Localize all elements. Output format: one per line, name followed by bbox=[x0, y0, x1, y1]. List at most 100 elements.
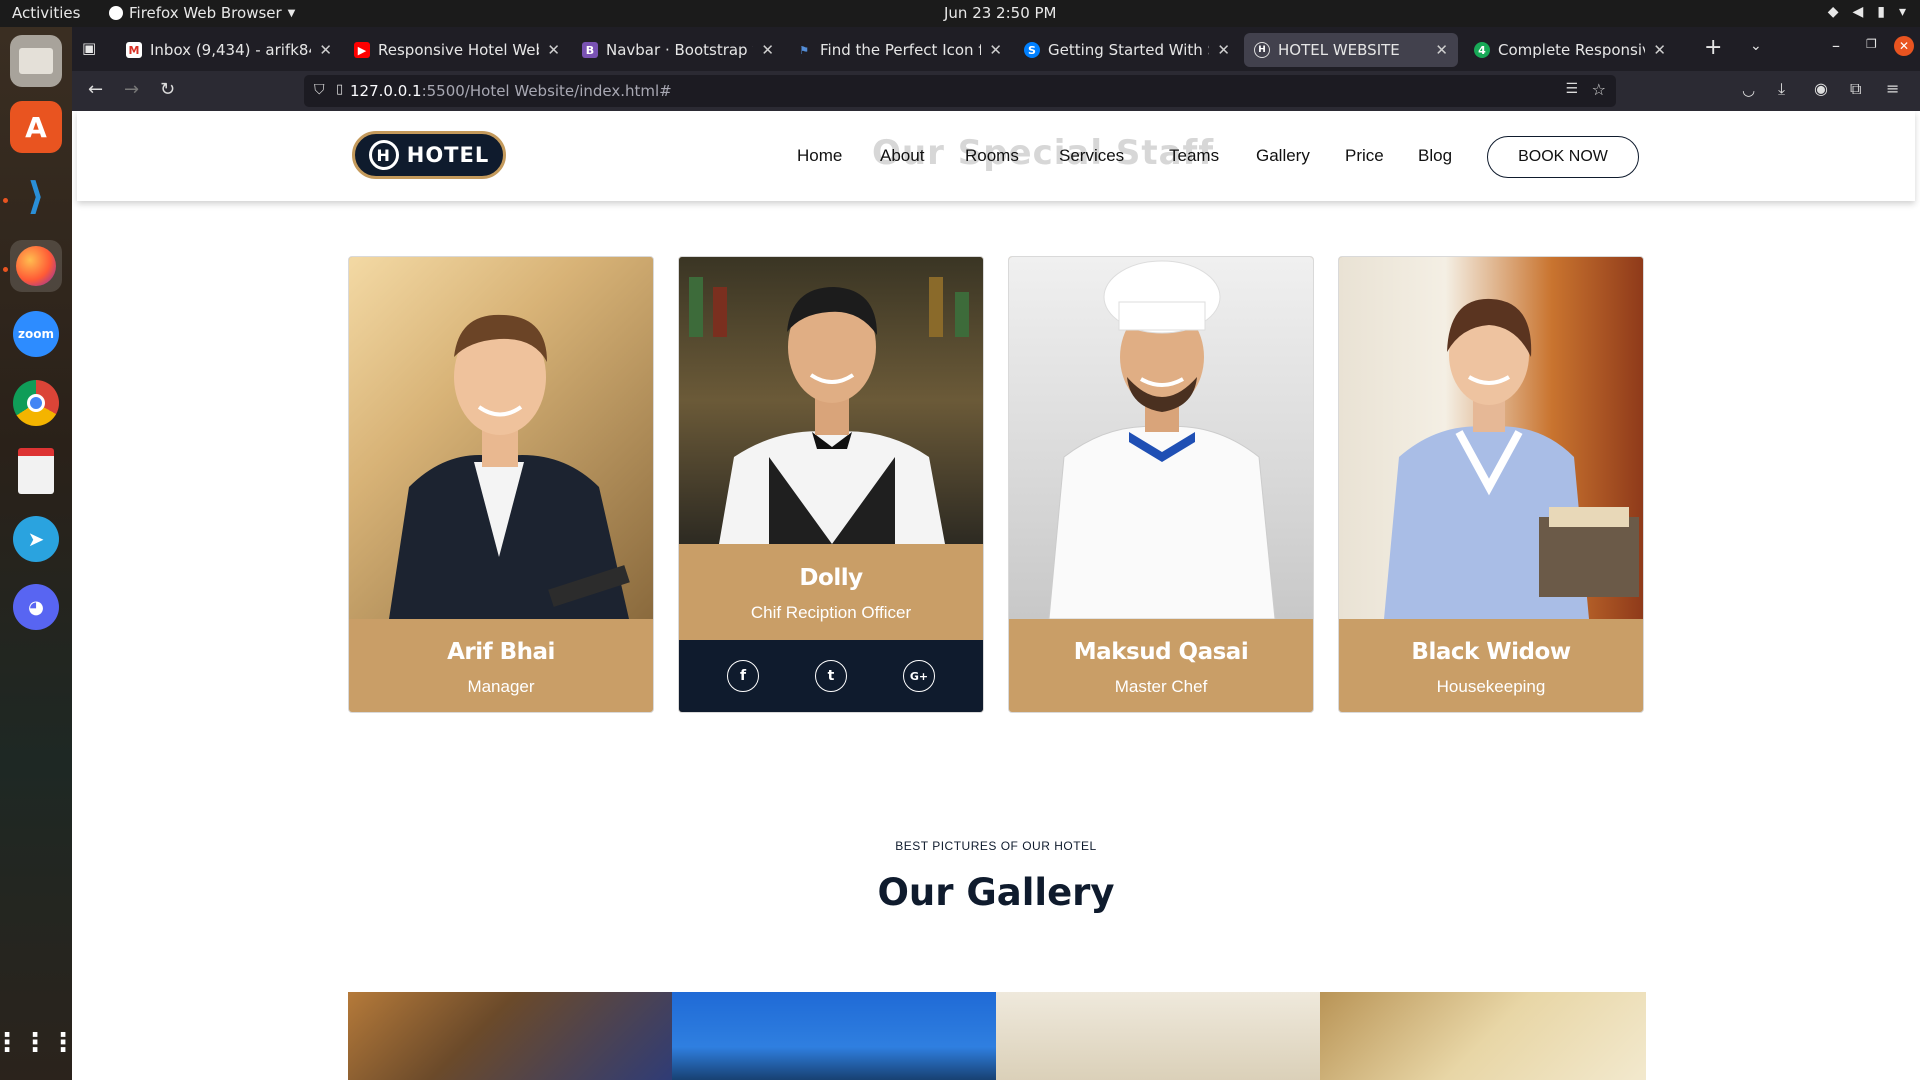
clock[interactable]: Jun 23 2:50 PM bbox=[944, 4, 1057, 22]
staff-role: Housekeeping bbox=[1436, 677, 1546, 696]
site-logo[interactable]: H HOTEL bbox=[352, 131, 506, 179]
close-tab-icon[interactable]: ✕ bbox=[547, 41, 560, 59]
app-grid-icon[interactable]: ⋮⋮⋮ bbox=[0, 1017, 76, 1069]
shield-icon[interactable]: ⛉ bbox=[314, 82, 325, 98]
book-now-button[interactable]: BOOK NOW bbox=[1487, 136, 1639, 178]
staff-photo-manager bbox=[349, 257, 653, 619]
person-illustration bbox=[389, 314, 630, 619]
new-tab-icon[interactable]: + bbox=[1704, 35, 1722, 60]
account-icon[interactable]: ◉ bbox=[1814, 79, 1828, 98]
reload-icon[interactable]: ↻ bbox=[160, 79, 175, 100]
person-illustration bbox=[1048, 260, 1276, 619]
list-all-tabs-icon[interactable]: ⌄ bbox=[1750, 38, 1762, 54]
close-tab-icon[interactable]: ✕ bbox=[1435, 41, 1448, 59]
nav-blog[interactable]: Blog bbox=[1418, 146, 1452, 166]
menu-icon[interactable]: ≡ bbox=[1886, 79, 1899, 98]
chrome-icon[interactable] bbox=[10, 377, 62, 429]
power-menu-icon: ▾ bbox=[1898, 4, 1906, 20]
software-center-icon[interactable]: A bbox=[10, 101, 62, 153]
tab-title: Navbar · Bootstrap v5.3 bbox=[606, 41, 753, 59]
close-tab-icon[interactable]: ✕ bbox=[1217, 41, 1230, 59]
close-tab-icon[interactable]: ✕ bbox=[319, 41, 332, 59]
tab-hotel-website[interactable]: H HOTEL WEBSITE ✕ bbox=[1244, 33, 1458, 67]
tab-title: Getting Started With Sw bbox=[1048, 41, 1209, 59]
staff-info: Dolly Chif Reciption Officer bbox=[679, 565, 983, 623]
staff-photo-housekeeping bbox=[1339, 257, 1643, 619]
tab-title: Inbox (9,434) - arifk8470 bbox=[150, 41, 311, 59]
activities-button[interactable]: Activities bbox=[12, 4, 80, 22]
system-top-bar: Activities Firefox Web Browser ▼ Jun 23 … bbox=[0, 0, 1920, 27]
staff-photo-reception bbox=[679, 257, 983, 544]
logo-h-icon: H bbox=[368, 140, 399, 170]
staff-card[interactable]: Black Widow Housekeeping bbox=[1338, 256, 1644, 713]
tab-youtube[interactable]: ▶ Responsive Hotel Websit ✕ bbox=[344, 33, 570, 67]
person-illustration bbox=[1384, 298, 1639, 619]
app-menu-label: Firefox Web Browser bbox=[129, 4, 282, 22]
forward-icon[interactable]: → bbox=[124, 79, 139, 100]
gallery-image-2[interactable] bbox=[672, 992, 997, 1080]
zoom-icon[interactable]: zoom bbox=[10, 308, 62, 360]
bookmark-star-icon[interactable]: ☆ bbox=[1592, 80, 1606, 99]
close-tab-icon[interactable]: ✕ bbox=[761, 41, 774, 59]
hotel-icon: H bbox=[1254, 42, 1270, 58]
staff-social-links: f t G+ bbox=[679, 640, 983, 712]
staff-name: Arif Bhai bbox=[447, 639, 555, 665]
staff-card[interactable]: Maksud Qasai Master Chef bbox=[1008, 256, 1314, 713]
pocket-icon[interactable]: ◡ bbox=[1742, 81, 1755, 99]
url-bar[interactable]: ⛉ ▯ 127.0.0.1:5500/Hotel Website/index.h… bbox=[304, 75, 1616, 107]
staff-photo-chef bbox=[1009, 257, 1313, 619]
nav-services[interactable]: Services bbox=[1059, 146, 1124, 166]
site-header: H HOTEL Our Special Staff Home About Roo… bbox=[77, 111, 1915, 201]
staff-name: Black Widow bbox=[1411, 639, 1571, 665]
bootstrap-icon: B bbox=[582, 42, 598, 58]
document-viewer-icon[interactable] bbox=[10, 445, 62, 497]
nav-home[interactable]: Home bbox=[797, 146, 842, 166]
tab-fontawesome[interactable]: ⚑ Find the Perfect Icon for ✕ bbox=[786, 33, 1012, 67]
nav-gallery[interactable]: Gallery bbox=[1256, 146, 1310, 166]
telegram-icon[interactable]: ➤ bbox=[10, 513, 62, 565]
reader-view-icon[interactable]: ☰ bbox=[1565, 81, 1578, 97]
tab-icon: 4 bbox=[1474, 42, 1490, 58]
staff-card[interactable]: Arif Bhai Manager bbox=[348, 256, 654, 713]
system-tray[interactable]: ◆ ◀ ▮ ▾ bbox=[1828, 4, 1906, 20]
google-plus-icon[interactable]: G+ bbox=[903, 660, 935, 692]
tab-gmail[interactable]: M Inbox (9,434) - arifk8470 ✕ bbox=[116, 33, 342, 67]
nav-price[interactable]: Price bbox=[1345, 146, 1384, 166]
tab-overview-icon[interactable]: ▣ bbox=[82, 39, 96, 57]
nav-rooms[interactable]: Rooms bbox=[965, 146, 1019, 166]
vscode-icon[interactable]: ⟩ bbox=[10, 170, 62, 222]
maximize-icon[interactable]: ❐ bbox=[1866, 37, 1877, 51]
url-host: 127.0.0.1 bbox=[350, 82, 422, 100]
close-window-icon[interactable]: ✕ bbox=[1894, 36, 1914, 56]
person-illustration bbox=[689, 277, 969, 544]
twitter-icon[interactable]: t bbox=[815, 660, 847, 692]
discord-icon[interactable]: ◕ bbox=[10, 581, 62, 633]
desktop-screen: { "system": { "activities": "Activities"… bbox=[0, 0, 1920, 1080]
app-menu[interactable]: Firefox Web Browser ▼ bbox=[109, 4, 295, 22]
tab-swiper[interactable]: S Getting Started With Sw ✕ bbox=[1014, 33, 1240, 67]
firefox-icon[interactable] bbox=[10, 240, 62, 292]
tab-bootstrap[interactable]: B Navbar · Bootstrap v5.3 ✕ bbox=[572, 33, 784, 67]
chevron-down-icon: ▼ bbox=[287, 7, 296, 19]
page-info-icon[interactable]: ▯ bbox=[336, 82, 343, 97]
files-icon[interactable] bbox=[10, 35, 62, 87]
nav-about[interactable]: About bbox=[880, 146, 924, 166]
gallery-image-4[interactable] bbox=[1320, 992, 1646, 1080]
facebook-icon[interactable]: f bbox=[727, 660, 759, 692]
wifi-icon: ◆ bbox=[1827, 4, 1839, 20]
tab-complete-responsive[interactable]: 4 Complete Responsive Ho ✕ bbox=[1464, 33, 1676, 67]
extensions-icon[interactable]: ⧉ bbox=[1850, 79, 1861, 99]
gallery-image-3[interactable] bbox=[996, 992, 1321, 1080]
gallery-kicker: BEST PICTURES OF OUR HOTEL bbox=[895, 839, 1097, 853]
swiper-icon: S bbox=[1024, 42, 1040, 58]
close-tab-icon[interactable]: ✕ bbox=[1653, 41, 1666, 59]
back-icon[interactable]: ← bbox=[88, 79, 103, 100]
fontawesome-icon: ⚑ bbox=[799, 43, 809, 57]
minimize-icon[interactable]: – bbox=[1832, 36, 1840, 55]
downloads-icon[interactable]: ⤓ bbox=[1778, 79, 1785, 99]
close-tab-icon[interactable]: ✕ bbox=[989, 41, 1002, 59]
staff-card[interactable]: Dolly Chif Reciption Officer f t G+ bbox=[678, 256, 984, 713]
nav-teams[interactable]: Teams bbox=[1169, 146, 1219, 166]
gallery-image-1[interactable] bbox=[348, 992, 673, 1080]
tab-title: Find the Perfect Icon for bbox=[820, 41, 982, 59]
